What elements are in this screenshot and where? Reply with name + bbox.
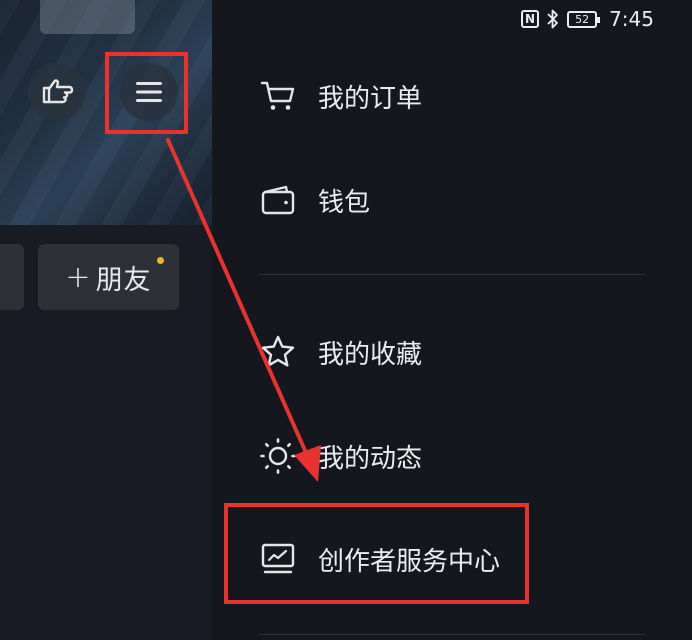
menu-item-wallet[interactable]: 钱包 [258, 170, 370, 230]
blurred-username [40, 0, 135, 34]
menu-item-label: 钱包 [318, 187, 371, 218]
pointing-hand-icon [42, 79, 74, 104]
star-icon [258, 332, 298, 372]
add-friend-button[interactable]: + 朋友 [38, 244, 179, 310]
nfc-icon: N [521, 10, 540, 28]
plus-icon: + [65, 259, 92, 295]
menu-item-favorites[interactable]: 我的收藏 [258, 322, 422, 382]
creator-center-highlight [224, 503, 529, 604]
bluetooth-icon [547, 9, 558, 29]
side-drawer: N 52 7:45 我的订单 钱包 我的收藏 我的动态 创作者服务中心 [212, 0, 692, 640]
cart-icon [258, 76, 298, 116]
profile-action-button[interactable] [0, 244, 24, 310]
menu-item-label: 我的动态 [318, 443, 423, 474]
menu-item-moments[interactable]: 我的动态 [258, 426, 422, 486]
notification-dot [157, 257, 164, 264]
battery-icon: 52 [567, 10, 601, 28]
menu-item-label: 我的收藏 [318, 339, 423, 370]
status-bar: N 52 7:45 [521, 6, 654, 32]
wallet-icon [258, 180, 298, 220]
divider [258, 634, 646, 635]
battery-level: 52 [575, 12, 590, 26]
gesture-button[interactable] [28, 63, 86, 121]
clock: 7:45 [609, 7, 654, 31]
divider [258, 274, 646, 275]
menu-item-label: 我的订单 [318, 83, 423, 114]
sun-icon [258, 436, 298, 476]
menu-button-highlight [105, 52, 188, 134]
add-friend-label: 朋友 [95, 264, 152, 296]
menu-item-orders[interactable]: 我的订单 [258, 66, 422, 126]
profile-panel: + 朋友 [0, 0, 212, 640]
